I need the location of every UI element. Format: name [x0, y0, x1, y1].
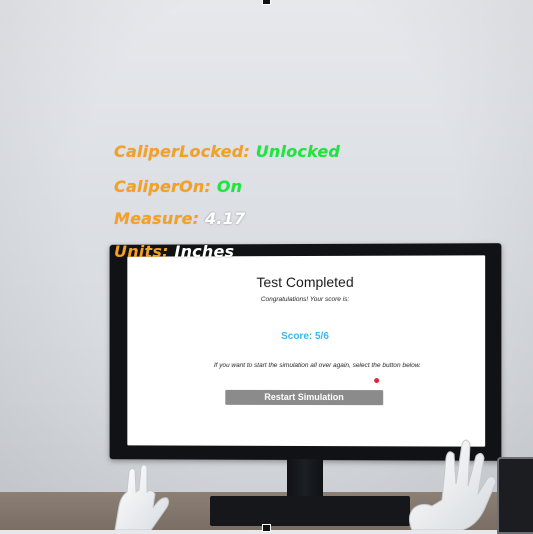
vr-pointer-dot-icon — [374, 378, 379, 383]
monitor-stand-neck — [287, 459, 323, 499]
score-text: Score: 5/6 — [127, 331, 485, 342]
hud-units: Units: Inches — [114, 242, 234, 261]
hud-units-value: Inches — [174, 242, 234, 261]
bottom-marker-icon — [262, 524, 271, 532]
hud-caliper-on-value: On — [217, 177, 242, 196]
monitor-screen: Test Completed Congratulations! Your sco… — [127, 255, 485, 446]
hud-caliper-locked-key: CaliperLocked: — [114, 142, 250, 161]
left-hand-icon — [105, 462, 175, 530]
right-hand-icon — [402, 438, 502, 530]
hud-measure-value: 4.17 — [205, 209, 245, 228]
monitor: Test Completed Congratulations! Your sco… — [110, 243, 502, 461]
vr-scene: CaliperLocked: Unlocked CaliperOn: On Me… — [0, 0, 533, 530]
test-completed-title: Test Completed — [127, 273, 485, 290]
monitor-stand-base — [210, 496, 410, 526]
top-marker-icon — [262, 0, 271, 5]
hud-caliper-on: CaliperOn: On — [114, 177, 242, 196]
congratulations-text: Congratulations! Your score is: — [127, 296, 485, 304]
hud-caliper-locked-value: Unlocked — [256, 142, 340, 161]
hud-units-key: Units: — [114, 242, 169, 261]
side-device — [497, 457, 533, 534]
hud-caliper-locked: CaliperLocked: Unlocked — [114, 142, 340, 161]
restart-simulation-button[interactable]: Restart Simulation — [225, 390, 383, 405]
hud-measure-key: Measure: — [114, 209, 199, 228]
hud-caliper-on-key: CaliperOn: — [114, 177, 211, 196]
restart-instruction-text: If you want to start the simulation all … — [212, 361, 422, 370]
hud-measure: Measure: 4.17 — [114, 209, 245, 228]
